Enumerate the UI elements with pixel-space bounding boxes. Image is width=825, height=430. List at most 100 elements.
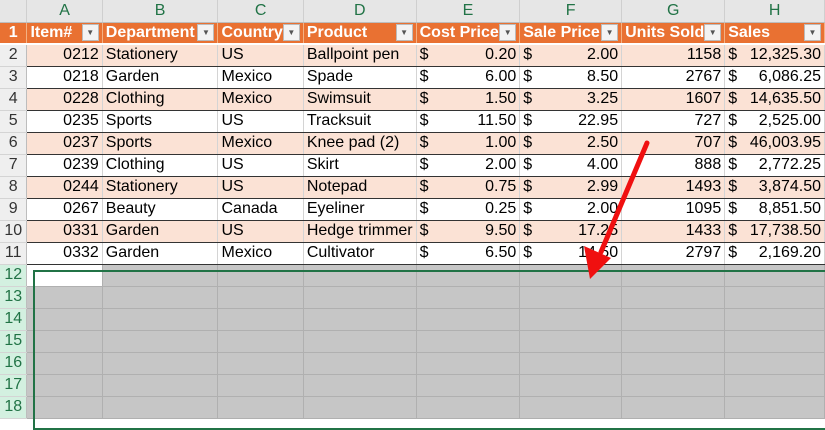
column-header-b[interactable]: B	[102, 0, 219, 23]
column-header-g[interactable]: G	[621, 0, 726, 23]
filter-dropdown-icon[interactable]: ▼	[804, 24, 821, 42]
column-header-e[interactable]: E	[416, 0, 521, 23]
header-cell[interactable]: Department ▼	[102, 22, 219, 45]
empty-cell[interactable]	[217, 374, 304, 397]
empty-cell[interactable]	[416, 374, 521, 397]
cell-units-sold[interactable]: 727	[621, 110, 726, 133]
cell-country[interactable]: US	[217, 154, 304, 177]
cell-department[interactable]: Garden	[102, 242, 219, 265]
filter-dropdown-icon[interactable]: ▼	[704, 24, 722, 42]
cell-product[interactable]: Eyeliner	[303, 198, 417, 221]
empty-cell[interactable]	[416, 264, 521, 287]
cell-cost-price[interactable]: $1.00	[416, 132, 521, 155]
empty-cell[interactable]	[519, 396, 623, 419]
cell-units-sold[interactable]: 2797	[621, 242, 726, 265]
empty-cell[interactable]	[102, 264, 219, 287]
cell-department[interactable]: Clothing	[102, 88, 219, 111]
empty-cell[interactable]	[303, 374, 417, 397]
cell-item[interactable]: 0332	[26, 242, 103, 265]
empty-cell[interactable]	[621, 374, 726, 397]
cell-cost-price[interactable]: $2.00	[416, 154, 521, 177]
row-header[interactable]: 4	[0, 88, 28, 111]
row-header[interactable]: 14	[0, 308, 28, 331]
cell-item[interactable]: 0212	[26, 44, 103, 67]
cell-department[interactable]: Sports	[102, 110, 219, 133]
column-header-h[interactable]: H	[724, 0, 825, 23]
row-header[interactable]: 13	[0, 286, 28, 309]
header-cell[interactable]: Cost Price ▼	[416, 22, 521, 45]
cell-country[interactable]: Mexico	[217, 242, 304, 265]
empty-cell[interactable]	[303, 264, 417, 287]
filter-dropdown-icon[interactable]: ▼	[282, 24, 300, 42]
cell-sales[interactable]: $46,003.95	[724, 132, 825, 155]
cell-country[interactable]: US	[217, 44, 304, 67]
cell-units-sold[interactable]: 1607	[621, 88, 726, 111]
empty-cell[interactable]	[26, 374, 103, 397]
cell-product[interactable]: Notepad	[303, 176, 417, 199]
cell-department[interactable]: Stationery	[102, 176, 219, 199]
cell-sale-price[interactable]: $3.25	[519, 88, 623, 111]
empty-cell[interactable]	[416, 330, 521, 353]
cell-sale-price[interactable]: $14.50	[519, 242, 623, 265]
header-cell[interactable]: Units Sold ▼	[621, 22, 726, 45]
empty-cell[interactable]	[217, 308, 304, 331]
row-header[interactable]: 3	[0, 66, 28, 89]
row-header[interactable]: 2	[0, 44, 28, 67]
cell-sales[interactable]: $6,086.25	[724, 66, 825, 89]
empty-cell[interactable]	[102, 374, 219, 397]
empty-cell[interactable]	[102, 330, 219, 353]
cell-department[interactable]: Stationery	[102, 44, 219, 67]
cell-product[interactable]: Tracksuit	[303, 110, 417, 133]
empty-cell[interactable]	[217, 264, 304, 287]
filter-dropdown-icon[interactable]: ▼	[601, 24, 619, 42]
cell-product[interactable]: Swimsuit	[303, 88, 417, 111]
cell-units-sold[interactable]: 888	[621, 154, 726, 177]
row-header[interactable]: 1	[0, 22, 28, 45]
empty-cell[interactable]	[724, 352, 825, 375]
row-header[interactable]: 9	[0, 198, 28, 221]
column-header-d[interactable]: D	[303, 0, 417, 23]
row-header[interactable]: 7	[0, 154, 28, 177]
cell-country[interactable]: Mexico	[217, 132, 304, 155]
cell-sales[interactable]: $14,635.50	[724, 88, 825, 111]
empty-cell[interactable]	[217, 352, 304, 375]
empty-cell[interactable]	[621, 352, 726, 375]
empty-cell[interactable]	[303, 286, 417, 309]
row-header[interactable]: 5	[0, 110, 28, 133]
cell-cost-price[interactable]: $0.25	[416, 198, 521, 221]
select-all-corner[interactable]	[0, 0, 28, 23]
cell-item[interactable]: 0267	[26, 198, 103, 221]
empty-cell[interactable]	[217, 396, 304, 419]
cell-product[interactable]: Cultivator	[303, 242, 417, 265]
empty-cell[interactable]	[416, 308, 521, 331]
cell-sales[interactable]: $12,325.30	[724, 44, 825, 67]
empty-cell[interactable]	[102, 308, 219, 331]
row-header[interactable]: 10	[0, 220, 28, 243]
cell-country[interactable]: Mexico	[217, 66, 304, 89]
empty-cell[interactable]	[519, 352, 623, 375]
column-header-c[interactable]: C	[217, 0, 304, 23]
empty-cell[interactable]	[621, 286, 726, 309]
cell-country[interactable]: Mexico	[217, 88, 304, 111]
empty-cell[interactable]	[416, 396, 521, 419]
empty-cell[interactable]	[621, 308, 726, 331]
cell-cost-price[interactable]: $6.50	[416, 242, 521, 265]
active-cell[interactable]	[26, 264, 103, 287]
cell-units-sold[interactable]: 1158	[621, 44, 726, 67]
empty-cell[interactable]	[724, 308, 825, 331]
cell-country[interactable]: US	[217, 110, 304, 133]
cell-item[interactable]: 0228	[26, 88, 103, 111]
cell-cost-price[interactable]: $11.50	[416, 110, 521, 133]
cell-sale-price[interactable]: $22.95	[519, 110, 623, 133]
cell-sales[interactable]: $2,772.25	[724, 154, 825, 177]
empty-cell[interactable]	[621, 330, 726, 353]
filter-dropdown-icon[interactable]: ▼	[395, 24, 413, 42]
empty-cell[interactable]	[26, 352, 103, 375]
filter-dropdown-icon[interactable]: ▼	[499, 24, 517, 42]
cell-cost-price[interactable]: $1.50	[416, 88, 521, 111]
cell-sales[interactable]: $17,738.50	[724, 220, 825, 243]
row-header[interactable]: 8	[0, 176, 28, 199]
cell-department[interactable]: Sports	[102, 132, 219, 155]
empty-cell[interactable]	[519, 330, 623, 353]
header-cell[interactable]: Item# ▼	[26, 22, 103, 45]
